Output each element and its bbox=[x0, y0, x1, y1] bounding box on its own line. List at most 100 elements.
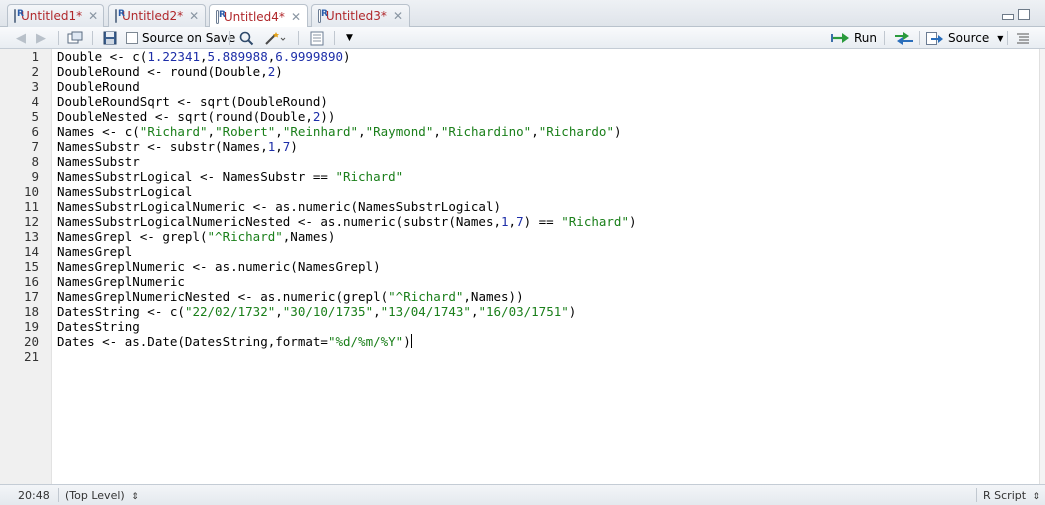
code-token: ,Names) bbox=[282, 229, 336, 244]
source-on-save-toggle[interactable]: Source on Save bbox=[126, 30, 235, 46]
show-in-window-icon[interactable] bbox=[67, 30, 83, 46]
code-line[interactable]: NamesSubstrLogical bbox=[57, 184, 192, 199]
chevron-down-icon[interactable]: ▼ bbox=[346, 30, 353, 46]
code-token: "^Richard" bbox=[388, 289, 464, 304]
file-type-selector[interactable]: R Script ⇕ bbox=[983, 489, 1040, 502]
text-cursor bbox=[410, 334, 412, 348]
code-token: 7 bbox=[516, 214, 524, 229]
code-line[interactable]: DoubleRound <- round(Double,2) bbox=[57, 64, 283, 79]
code-line[interactable]: NamesSubstr <- substr(Names,1,7) bbox=[57, 139, 298, 154]
code-line[interactable]: DoubleRound bbox=[57, 79, 140, 94]
back-arrow-icon[interactable]: ◀ bbox=[16, 30, 26, 46]
line-number: 9 bbox=[31, 169, 39, 184]
code-token: ) bbox=[628, 214, 637, 229]
updown-icon: ⇕ bbox=[131, 492, 139, 502]
maximize-pane-icon[interactable] bbox=[1018, 9, 1030, 20]
code-token: NamesGrepl <- grepl( bbox=[57, 229, 208, 244]
compile-report-icon[interactable] bbox=[310, 30, 324, 46]
code-token: DatesString bbox=[57, 319, 140, 334]
code-line[interactable]: NamesGreplNumericNested <- as.numeric(gr… bbox=[57, 289, 524, 304]
code-token: 5.889988 bbox=[207, 49, 268, 64]
code-token: NamesGreplNumeric <- as.numeric(NamesGre… bbox=[57, 259, 381, 274]
code-token: 1 bbox=[501, 214, 509, 229]
updown-icon: ⇕ bbox=[1032, 492, 1041, 502]
code-line[interactable]: DatesString bbox=[57, 319, 140, 334]
code-token: "^Richard" bbox=[207, 229, 283, 244]
source-arrow-icon bbox=[926, 31, 943, 45]
code-tools-wand-icon[interactable] bbox=[264, 30, 286, 46]
code-line[interactable]: NamesSubstrLogical <- NamesSubstr == "Ri… bbox=[57, 169, 403, 184]
code-line[interactable]: Dates <- as.Date(DatesString,format="%d/… bbox=[57, 334, 412, 349]
r-file-icon bbox=[115, 9, 125, 23]
code-token: , bbox=[275, 139, 283, 154]
toolbar-separator bbox=[884, 31, 885, 45]
code-token: NamesGreplNumeric bbox=[57, 274, 185, 289]
tab-label: Untitled1* bbox=[21, 9, 83, 23]
toolbar-separator bbox=[334, 31, 335, 45]
tab-untitled1[interactable]: Untitled1* ✕ bbox=[7, 4, 104, 27]
code-token: "Reinhard" bbox=[282, 124, 359, 139]
line-number: 14 bbox=[23, 244, 39, 259]
code-line[interactable]: NamesGreplNumeric <- as.numeric(NamesGre… bbox=[57, 259, 381, 274]
run-label: Run bbox=[854, 31, 878, 45]
code-line[interactable]: NamesSubstr bbox=[57, 154, 140, 169]
line-number: 12 bbox=[23, 214, 39, 229]
close-icon[interactable]: ✕ bbox=[291, 10, 301, 24]
rerun-icon[interactable] bbox=[894, 30, 914, 46]
minimize-pane-icon[interactable] bbox=[1002, 14, 1014, 20]
line-number: 2 bbox=[31, 64, 39, 79]
source-button[interactable]: Source ▼ bbox=[926, 30, 1003, 46]
code-line[interactable]: NamesSubstrLogicalNumeric <- as.numeric(… bbox=[57, 199, 501, 214]
r-file-icon bbox=[14, 9, 24, 23]
tab-untitled3[interactable]: Untitled3* ✕ bbox=[311, 4, 410, 27]
code-token: "Richard" bbox=[335, 169, 404, 184]
code-line[interactable]: Names <- c("Richard","Robert","Reinhard"… bbox=[57, 124, 622, 139]
line-number: 6 bbox=[31, 124, 39, 139]
close-icon[interactable]: ✕ bbox=[393, 9, 403, 23]
source-on-save-checkbox[interactable] bbox=[126, 32, 138, 44]
run-button[interactable]: Run bbox=[831, 30, 877, 46]
code-line[interactable]: NamesSubstrLogicalNumericNested <- as.nu… bbox=[57, 214, 637, 229]
code-token: NamesSubstrLogical bbox=[57, 184, 193, 199]
code-token: , bbox=[275, 304, 283, 319]
search-icon[interactable] bbox=[239, 30, 254, 46]
code-token: NamesSubstrLogicalNumeric <- as.numeric(… bbox=[57, 199, 502, 214]
editor-scrollbar[interactable] bbox=[1039, 49, 1045, 484]
code-line[interactable]: NamesGrepl <- grepl("^Richard",Names) bbox=[57, 229, 335, 244]
tab-untitled4[interactable]: Untitled4* ✕ bbox=[209, 4, 308, 28]
code-line[interactable]: Double <- c(1.22341,5.889988,6.9999890) bbox=[57, 49, 351, 64]
scope-label: (Top Level) bbox=[65, 489, 125, 502]
code-token: Names <- c( bbox=[57, 124, 140, 139]
save-icon[interactable] bbox=[103, 30, 117, 46]
code-token: "Robert" bbox=[215, 124, 276, 139]
line-number: 17 bbox=[23, 289, 39, 304]
scope-selector[interactable]: (Top Level) ⇕ bbox=[65, 489, 139, 502]
cursor-position: 20:48 bbox=[18, 489, 50, 502]
code-line[interactable]: NamesGreplNumeric bbox=[57, 274, 185, 289]
code-token: ) bbox=[275, 64, 283, 79]
close-icon[interactable]: ✕ bbox=[88, 9, 98, 23]
code-token: "Raymond" bbox=[365, 124, 434, 139]
code-editor[interactable]: 1 2 3 4 5 6 7 8 9 10 11 12 13 14 15 16 17 18 19 20 21 Double… bbox=[0, 49, 1039, 484]
tab-label: Untitled3* bbox=[325, 9, 387, 23]
source-on-save-label: Source on Save bbox=[142, 31, 236, 45]
toolbar-separator bbox=[58, 31, 59, 45]
line-number: 15 bbox=[23, 259, 39, 274]
outline-menu-icon[interactable] bbox=[1016, 30, 1030, 46]
code-token: , bbox=[275, 124, 283, 139]
line-number: 1 bbox=[31, 49, 39, 64]
code-line[interactable]: DoubleNested <- sqrt(round(Double,2)) bbox=[57, 109, 335, 124]
code-line[interactable]: DatesString <- c("22/02/1732","30/10/173… bbox=[57, 304, 576, 319]
toolbar-separator bbox=[919, 31, 920, 45]
close-icon[interactable]: ✕ bbox=[189, 9, 199, 23]
tab-untitled2[interactable]: Untitled2* ✕ bbox=[108, 4, 206, 27]
forward-arrow-icon[interactable]: ▶ bbox=[36, 30, 46, 46]
code-line[interactable]: NamesGrepl bbox=[57, 244, 132, 259]
code-token: ) bbox=[403, 334, 411, 349]
code-token: ) bbox=[343, 49, 351, 64]
chevron-down-icon[interactable]: ▼ bbox=[997, 34, 1003, 43]
code-line[interactable]: DoubleRoundSqrt <- sqrt(DoubleRound) bbox=[57, 94, 328, 109]
code-token: NamesSubstr <- substr(Names, bbox=[57, 139, 268, 154]
line-number: 19 bbox=[23, 319, 39, 334]
source-label: Source bbox=[948, 31, 990, 45]
